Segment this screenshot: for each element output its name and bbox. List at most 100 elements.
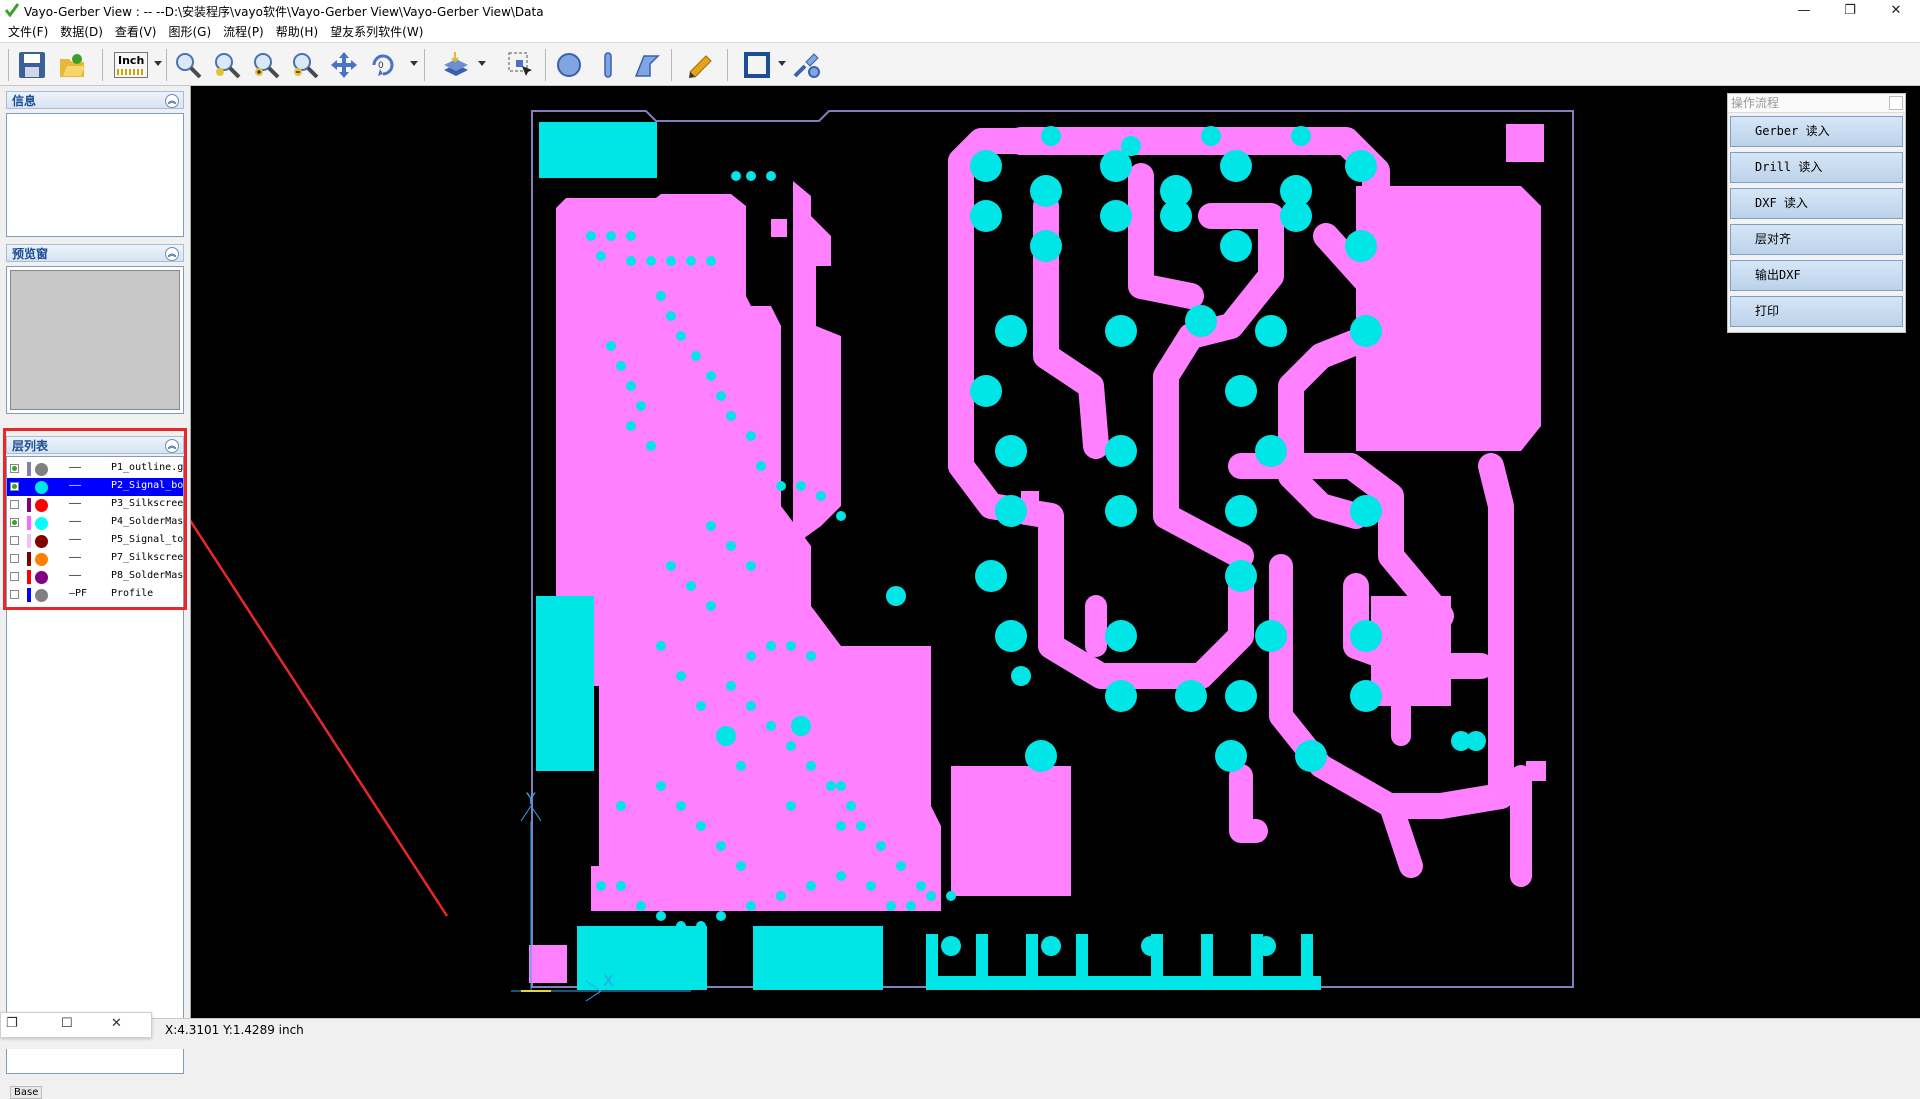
select-icon <box>508 52 532 76</box>
layer-color-swatch[interactable] <box>35 517 48 530</box>
maximize-button[interactable]: ❐ <box>1827 0 1873 22</box>
layer-color-swatch[interactable] <box>35 589 48 602</box>
layer-visibility-checkbox[interactable] <box>10 464 19 473</box>
info-panel-header[interactable]: 信息 ︽ <box>6 91 184 109</box>
toolbar-separator <box>671 49 672 81</box>
layer-row[interactable]: —PF Profile <box>7 586 183 604</box>
menu-data[interactable]: 数据(D) <box>54 22 109 42</box>
layer-color-bar[interactable] <box>27 480 31 494</box>
zoom-out-button[interactable] <box>289 49 321 81</box>
maximize-icon[interactable]: ☐ <box>61 1016 73 1031</box>
collapse-icon[interactable]: ︽ <box>165 94 179 108</box>
layer-panel-header[interactable]: 层列表 ︽ <box>6 436 184 454</box>
restore-icon[interactable]: ❐ <box>6 1016 18 1031</box>
save-button[interactable] <box>16 49 48 81</box>
unit-dropdown-arrow[interactable] <box>154 61 162 66</box>
layer-row[interactable]: —— P3_Silkscreen <box>7 496 183 514</box>
layer-visibility-checkbox[interactable] <box>10 572 19 581</box>
gerber-import-button[interactable]: Gerber 读入 <box>1730 116 1903 147</box>
layer-row[interactable]: —— P8_SolderMask <box>7 568 183 586</box>
layer-dropdown-arrow[interactable] <box>478 61 486 66</box>
layer-row[interactable]: —— P4_SolderMask <box>7 514 183 532</box>
print-button[interactable]: 打印 <box>1730 296 1903 327</box>
rotate-button[interactable]: 0 <box>367 49 399 81</box>
pad <box>1280 200 1312 232</box>
via <box>776 891 786 901</box>
minimize-button[interactable]: — <box>1781 0 1827 22</box>
measure-button[interactable] <box>685 49 717 81</box>
zoom-fit-button[interactable] <box>211 49 243 81</box>
zoom-button[interactable] <box>172 49 204 81</box>
layer-color-bar[interactable] <box>27 534 31 548</box>
open-button[interactable] <box>56 49 88 81</box>
layer-visibility-checkbox[interactable] <box>10 500 19 509</box>
layer-visibility-checkbox[interactable] <box>10 536 19 545</box>
layer-visibility-checkbox[interactable] <box>10 590 19 599</box>
menu-vayo-series[interactable]: 望友系列软件(W) <box>324 22 429 42</box>
close-button[interactable]: ✕ <box>1873 0 1919 22</box>
layer-color-swatch[interactable] <box>35 535 48 548</box>
via <box>746 561 756 571</box>
layer-visibility-checkbox[interactable] <box>10 482 19 491</box>
base-tab[interactable]: Base <box>10 1086 43 1099</box>
preview-panel-body[interactable] <box>6 266 184 414</box>
minimized-window-bar[interactable]: ❐ ☐ ✕ <box>0 1012 152 1038</box>
copper-pour <box>951 766 1071 896</box>
pan-button[interactable] <box>328 49 360 81</box>
unit-button[interactable]: Inch <box>110 49 152 81</box>
export-dxf-button[interactable]: 输出DXF <box>1730 260 1903 291</box>
menu-graphics[interactable]: 图形(G) <box>162 22 217 42</box>
menu-view[interactable]: 查看(V) <box>109 22 163 42</box>
layer-color-bar[interactable] <box>27 462 31 476</box>
preview-thumbnail[interactable] <box>10 270 180 410</box>
pad <box>1215 740 1247 772</box>
via <box>896 861 906 871</box>
line-tool-button[interactable] <box>592 49 624 81</box>
dxf-import-button[interactable]: DXF 读入 <box>1730 188 1903 219</box>
layer-color-swatch[interactable] <box>35 481 48 494</box>
layer-color-swatch[interactable] <box>35 499 48 512</box>
settings-button[interactable] <box>791 49 823 81</box>
collapse-icon[interactable]: ︽ <box>165 247 179 261</box>
zoom-in-button[interactable] <box>250 49 282 81</box>
layer-name: P5_Signal_top <box>111 534 183 545</box>
frame-button[interactable] <box>741 49 773 81</box>
circle-tool-button[interactable] <box>553 49 585 81</box>
menu-file[interactable]: 文件(F) <box>2 22 54 42</box>
layer-color-bar[interactable] <box>27 552 31 566</box>
pcb-drawing[interactable]: Y X <box>191 86 1920 1018</box>
layer-color-bar[interactable] <box>27 516 31 530</box>
preview-panel-header[interactable]: 预览窗 ︽ <box>6 244 184 262</box>
gerber-canvas[interactable]: Y X 操作流程 Gerber 读入 Drill 读入 DXF 读入 层对齐 输… <box>191 86 1920 1018</box>
process-flow-title: 操作流程 <box>1731 96 1780 110</box>
layer-color-swatch[interactable] <box>35 571 48 584</box>
copper-pad <box>1506 124 1544 162</box>
menu-help[interactable]: 帮助(H) <box>270 22 324 42</box>
app-logo-icon <box>5 3 19 17</box>
layer-color-bar[interactable] <box>27 588 31 602</box>
layer-row[interactable]: —— P1_outline.gko <box>7 460 183 478</box>
via <box>676 671 686 681</box>
frame-dropdown-arrow[interactable] <box>778 61 786 66</box>
rotate-dropdown-arrow[interactable] <box>410 61 418 66</box>
layer-row[interactable]: —— P5_Signal_top <box>7 532 183 550</box>
close-panel-button[interactable] <box>1889 96 1903 110</box>
layer-align-button[interactable] <box>440 49 472 81</box>
pad <box>1301 934 1313 979</box>
close-icon[interactable]: ✕ <box>111 1016 122 1031</box>
polygon-tool-button[interactable] <box>631 49 663 81</box>
select-button[interactable] <box>505 49 537 81</box>
layer-color-swatch[interactable] <box>35 553 48 566</box>
layer-align-button[interactable]: 层对齐 <box>1730 224 1903 255</box>
pad <box>976 934 988 979</box>
menu-process[interactable]: 流程(P) <box>217 22 270 42</box>
drill-import-button[interactable]: Drill 读入 <box>1730 152 1903 183</box>
layer-color-bar[interactable] <box>27 570 31 584</box>
layer-visibility-checkbox[interactable] <box>10 518 19 527</box>
collapse-icon[interactable]: ︽ <box>165 439 179 453</box>
layer-row[interactable]: —— P7_Silkscreen <box>7 550 183 568</box>
layer-row[interactable]: —— P2_Signal_bottom <box>7 478 183 496</box>
layer-color-swatch[interactable] <box>35 463 48 476</box>
layer-visibility-checkbox[interactable] <box>10 554 19 563</box>
layer-color-bar[interactable] <box>27 498 31 512</box>
